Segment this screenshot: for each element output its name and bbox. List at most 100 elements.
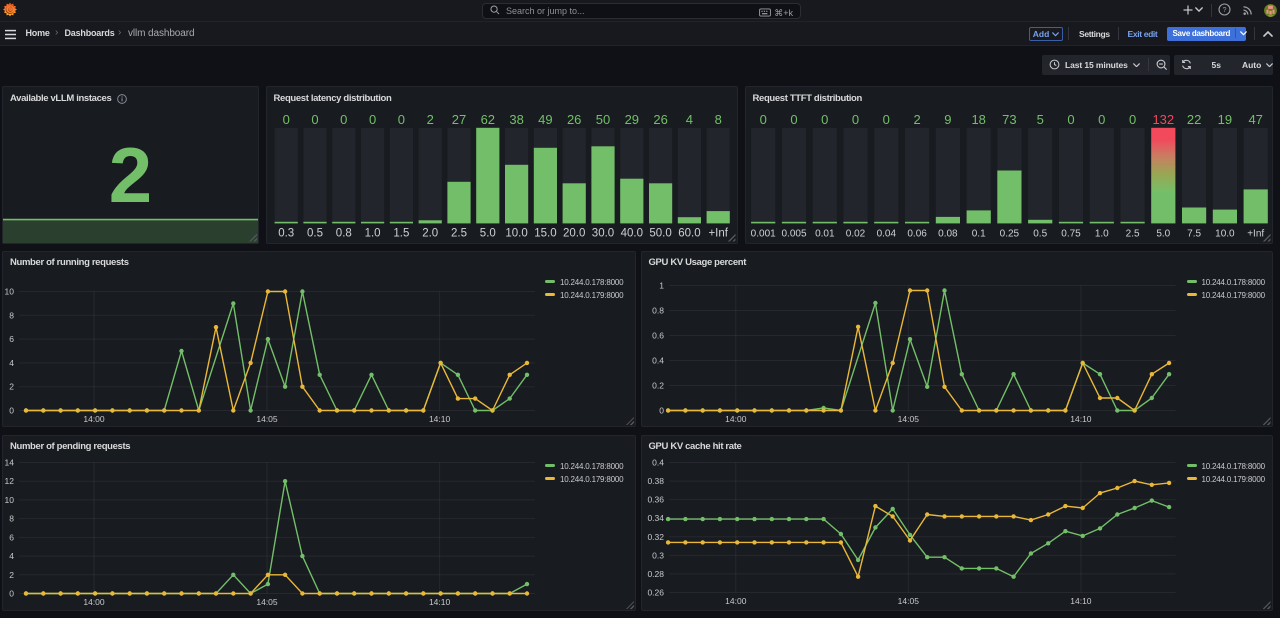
svg-text:2.5: 2.5 — [1125, 229, 1139, 240]
svg-text:0: 0 — [851, 112, 858, 127]
svg-text:+Inf: +Inf — [708, 228, 728, 240]
svg-text:27: 27 — [451, 112, 465, 127]
svg-text:14:00: 14:00 — [725, 414, 747, 424]
svg-text:0.6: 0.6 — [652, 330, 664, 340]
svg-text:4: 4 — [9, 551, 14, 561]
svg-text:0.75: 0.75 — [1061, 229, 1081, 240]
svg-text:14:05: 14:05 — [256, 597, 278, 607]
svg-text:0: 0 — [282, 112, 289, 127]
svg-text:9: 9 — [944, 112, 951, 127]
svg-text:4: 4 — [9, 357, 14, 367]
svg-text:0.2: 0.2 — [652, 380, 664, 390]
svg-text:0.4: 0.4 — [652, 457, 664, 467]
svg-text:0: 0 — [1128, 112, 1135, 127]
svg-text:0.8: 0.8 — [652, 305, 664, 315]
svg-text:47: 47 — [1248, 112, 1262, 127]
svg-text:5: 5 — [1036, 112, 1043, 127]
svg-text:8: 8 — [9, 310, 14, 320]
svg-text:0: 0 — [821, 112, 828, 127]
svg-text:60.0: 60.0 — [678, 228, 700, 240]
svg-text:0.8: 0.8 — [335, 228, 351, 240]
svg-text:1.0: 1.0 — [1094, 229, 1108, 240]
svg-text:2.0: 2.0 — [422, 228, 438, 240]
svg-text:14:00: 14:00 — [83, 597, 105, 607]
svg-text:6: 6 — [9, 334, 14, 344]
svg-text:73: 73 — [1002, 112, 1016, 127]
svg-text:1: 1 — [659, 280, 664, 290]
svg-text:0.28: 0.28 — [647, 568, 664, 578]
svg-text:0.34: 0.34 — [647, 513, 664, 523]
svg-text:22: 22 — [1186, 112, 1200, 127]
svg-text:0: 0 — [882, 112, 889, 127]
svg-text:5.0: 5.0 — [1156, 229, 1170, 240]
svg-text:0.04: 0.04 — [876, 229, 896, 240]
svg-text:0: 0 — [368, 112, 375, 127]
svg-text:0: 0 — [659, 405, 664, 415]
svg-text:14:00: 14:00 — [725, 596, 747, 606]
svg-text:38: 38 — [509, 112, 523, 127]
svg-text:40.0: 40.0 — [620, 228, 642, 240]
svg-text:2.5: 2.5 — [451, 228, 467, 240]
svg-text:7.5: 7.5 — [1187, 229, 1201, 240]
svg-text:132: 132 — [1152, 112, 1174, 127]
svg-text:15.0: 15.0 — [534, 228, 556, 240]
svg-text:0.1: 0.1 — [971, 229, 985, 240]
svg-text:2: 2 — [426, 112, 433, 127]
svg-text:14:10: 14:10 — [429, 597, 451, 607]
svg-text:0.5: 0.5 — [1033, 229, 1047, 240]
svg-text:18: 18 — [971, 112, 985, 127]
svg-text:0: 0 — [9, 405, 14, 415]
svg-text:30.0: 30.0 — [591, 228, 613, 240]
svg-text:62: 62 — [480, 112, 494, 127]
svg-text:2: 2 — [9, 569, 14, 579]
svg-text:8: 8 — [9, 513, 14, 523]
svg-text:10: 10 — [5, 494, 15, 504]
svg-text:0.32: 0.32 — [647, 531, 664, 541]
svg-text:8: 8 — [714, 112, 721, 127]
svg-text:14:05: 14:05 — [897, 414, 919, 424]
svg-text:29: 29 — [624, 112, 638, 127]
svg-text:1.0: 1.0 — [364, 228, 380, 240]
svg-text:10.0: 10.0 — [1215, 229, 1235, 240]
svg-text:49: 49 — [538, 112, 552, 127]
svg-text:0.36: 0.36 — [647, 494, 664, 504]
svg-text:26: 26 — [566, 112, 580, 127]
svg-text:0.25: 0.25 — [999, 229, 1019, 240]
svg-text:0: 0 — [1067, 112, 1074, 127]
svg-text:0.26: 0.26 — [647, 587, 664, 597]
svg-text:0.08: 0.08 — [938, 229, 958, 240]
svg-text:14:10: 14:10 — [429, 414, 451, 424]
svg-text:50.0: 50.0 — [649, 228, 671, 240]
svg-text:1.5: 1.5 — [393, 228, 409, 240]
svg-text:6: 6 — [9, 532, 14, 542]
svg-text:0.38: 0.38 — [647, 476, 664, 486]
svg-text:12: 12 — [5, 476, 15, 486]
svg-text:2: 2 — [9, 381, 14, 391]
svg-text:0: 0 — [790, 112, 797, 127]
svg-text:14:10: 14:10 — [1070, 414, 1092, 424]
svg-text:0.02: 0.02 — [845, 229, 865, 240]
svg-text:0.01: 0.01 — [815, 229, 835, 240]
svg-text:5.0: 5.0 — [479, 228, 495, 240]
svg-text:19: 19 — [1217, 112, 1231, 127]
svg-text:4: 4 — [685, 112, 692, 127]
svg-text:0.3: 0.3 — [278, 228, 294, 240]
svg-text:2: 2 — [913, 112, 920, 127]
svg-text:10.0: 10.0 — [505, 228, 527, 240]
svg-text:0.3: 0.3 — [652, 550, 664, 560]
svg-text:10: 10 — [5, 286, 15, 296]
svg-text:26: 26 — [653, 112, 667, 127]
svg-text:0: 0 — [340, 112, 347, 127]
svg-text:0: 0 — [759, 112, 766, 127]
svg-text:?: ? — [1222, 7, 1226, 14]
svg-text:0.001: 0.001 — [750, 229, 775, 240]
svg-text:14:05: 14:05 — [256, 414, 278, 424]
svg-text:0.4: 0.4 — [652, 355, 664, 365]
svg-text:14:00: 14:00 — [83, 414, 105, 424]
svg-text:50: 50 — [595, 112, 609, 127]
svg-text:14:05: 14:05 — [897, 596, 919, 606]
svg-text:14:10: 14:10 — [1070, 596, 1092, 606]
svg-text:20.0: 20.0 — [563, 228, 585, 240]
svg-text:+Inf: +Inf — [1247, 229, 1264, 240]
svg-text:0.005: 0.005 — [781, 229, 806, 240]
